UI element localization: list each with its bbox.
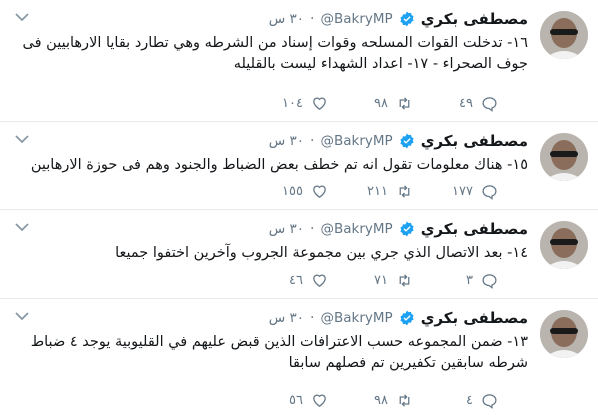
retweet-icon — [399, 184, 410, 198]
reply-icon — [482, 96, 497, 112]
tweet-text: ١٤- بعد الاتصال الذي جري بين مجموعة الجر… — [115, 245, 528, 261]
tweet-timestamp[interactable]: ٣٠ س — [269, 11, 304, 27]
tweet[interactable]: مصطفى بكري @BakryMP · ٣٠ س ١٥- هناك معلو… — [0, 122, 598, 210]
display-name[interactable]: مصطفى بكري — [421, 132, 528, 150]
retweet-button[interactable]: ٩٨ — [328, 95, 413, 112]
retweet-button[interactable]: ٢١١ — [328, 183, 413, 200]
like-count: ٤٦ — [289, 272, 303, 288]
reply-count: ٤٩ — [459, 95, 473, 111]
retweet-count: ٩٨ — [374, 392, 388, 408]
tweet-feed: مصطفى بكري @BakryMP · ٣٠ س ١٦- تدخلت الق… — [0, 0, 598, 418]
reply-button[interactable]: ٤٩ — [413, 95, 498, 112]
tweet-actions: ٣ ٧١ ٤٦ — [158, 270, 498, 290]
retweet-count: ٢١١ — [367, 183, 388, 199]
like-icon — [313, 394, 326, 407]
separator-dot: · — [310, 133, 315, 149]
separator-dot: · — [310, 11, 315, 27]
user-handle[interactable]: @BakryMP — [321, 11, 393, 27]
tweet[interactable]: مصطفى بكري @BakryMP · ٣٠ س ١٦- تدخلت الق… — [0, 0, 598, 122]
retweet-count: ٧١ — [374, 272, 388, 288]
avatar[interactable] — [540, 133, 588, 181]
separator-dot: · — [310, 310, 315, 326]
reply-button[interactable]: ١٧٧ — [413, 183, 498, 200]
retweet-icon — [399, 273, 410, 287]
like-button[interactable]: ١٠٤ — [243, 95, 328, 112]
caret-down-icon[interactable] — [14, 310, 30, 322]
retweet-icon — [399, 393, 410, 407]
reply-count: ٤ — [466, 392, 473, 408]
retweet-button[interactable]: ٩٨ — [328, 392, 413, 409]
reply-count: ٣ — [466, 272, 473, 288]
user-handle[interactable]: @BakryMP — [321, 221, 393, 237]
reply-button[interactable]: ٣ — [413, 272, 498, 289]
like-icon — [313, 185, 326, 198]
verified-badge-icon — [400, 221, 414, 237]
reply-icon — [482, 393, 497, 409]
tweet-actions: ٤٩ ٩٨ ١٠٤ — [158, 93, 498, 113]
reply-icon — [482, 273, 497, 289]
tweet-text: ١٣- ضمن المجموعه حسب الاعترافات الذين قب… — [30, 334, 528, 371]
tweet-timestamp[interactable]: ٣٠ س — [269, 310, 304, 326]
tweet-timestamp[interactable]: ٣٠ س — [269, 221, 304, 237]
tweet-actions: ١٧٧ ٢١١ ١٥٥ — [158, 181, 498, 201]
tweet[interactable]: مصطفى بكري @BakryMP · ٣٠ س ١٤- بعد الاتص… — [0, 210, 598, 299]
reply-icon — [482, 184, 497, 200]
caret-down-icon[interactable] — [14, 221, 30, 233]
separator-dot: · — [310, 221, 315, 237]
user-handle[interactable]: @BakryMP — [321, 133, 393, 149]
caret-down-icon[interactable] — [14, 133, 30, 145]
tweet-timestamp[interactable]: ٣٠ س — [269, 133, 304, 149]
retweet-count: ٩٨ — [374, 95, 388, 111]
avatar[interactable] — [540, 310, 588, 358]
like-button[interactable]: ٤٦ — [243, 272, 328, 289]
verified-badge-icon — [400, 133, 414, 149]
like-icon — [313, 274, 326, 287]
like-count: ١٥٥ — [282, 183, 303, 199]
display-name[interactable]: مصطفى بكري — [421, 220, 528, 238]
like-button[interactable]: ١٥٥ — [243, 183, 328, 200]
tweet-text: ١٥- هناك معلومات تقول انه تم خطف بعض الض… — [30, 157, 528, 173]
like-count: ٥٦ — [289, 392, 303, 408]
like-count: ١٠٤ — [282, 95, 303, 111]
user-handle[interactable]: @BakryMP — [321, 310, 393, 326]
caret-down-icon[interactable] — [14, 11, 30, 23]
reply-button[interactable]: ٤ — [413, 392, 498, 409]
like-icon — [313, 97, 326, 110]
retweet-button[interactable]: ٧١ — [328, 272, 413, 289]
tweet-actions: ٤ ٩٨ ٥٦ — [158, 390, 498, 410]
verified-badge-icon — [400, 11, 414, 27]
like-button[interactable]: ٥٦ — [243, 392, 328, 409]
avatar[interactable] — [540, 221, 588, 269]
avatar[interactable] — [540, 11, 588, 59]
tweet[interactable]: مصطفى بكري @BakryMP · ٣٠ س ١٣- ضمن المجم… — [0, 299, 598, 418]
verified-badge-icon — [400, 310, 414, 326]
reply-count: ١٧٧ — [452, 183, 473, 199]
tweet-text: ١٦- تدخلت القوات المسلحه وقوات إسناد من … — [22, 35, 528, 72]
display-name[interactable]: مصطفى بكري — [421, 10, 528, 28]
retweet-icon — [399, 96, 410, 110]
display-name[interactable]: مصطفى بكري — [421, 309, 528, 327]
